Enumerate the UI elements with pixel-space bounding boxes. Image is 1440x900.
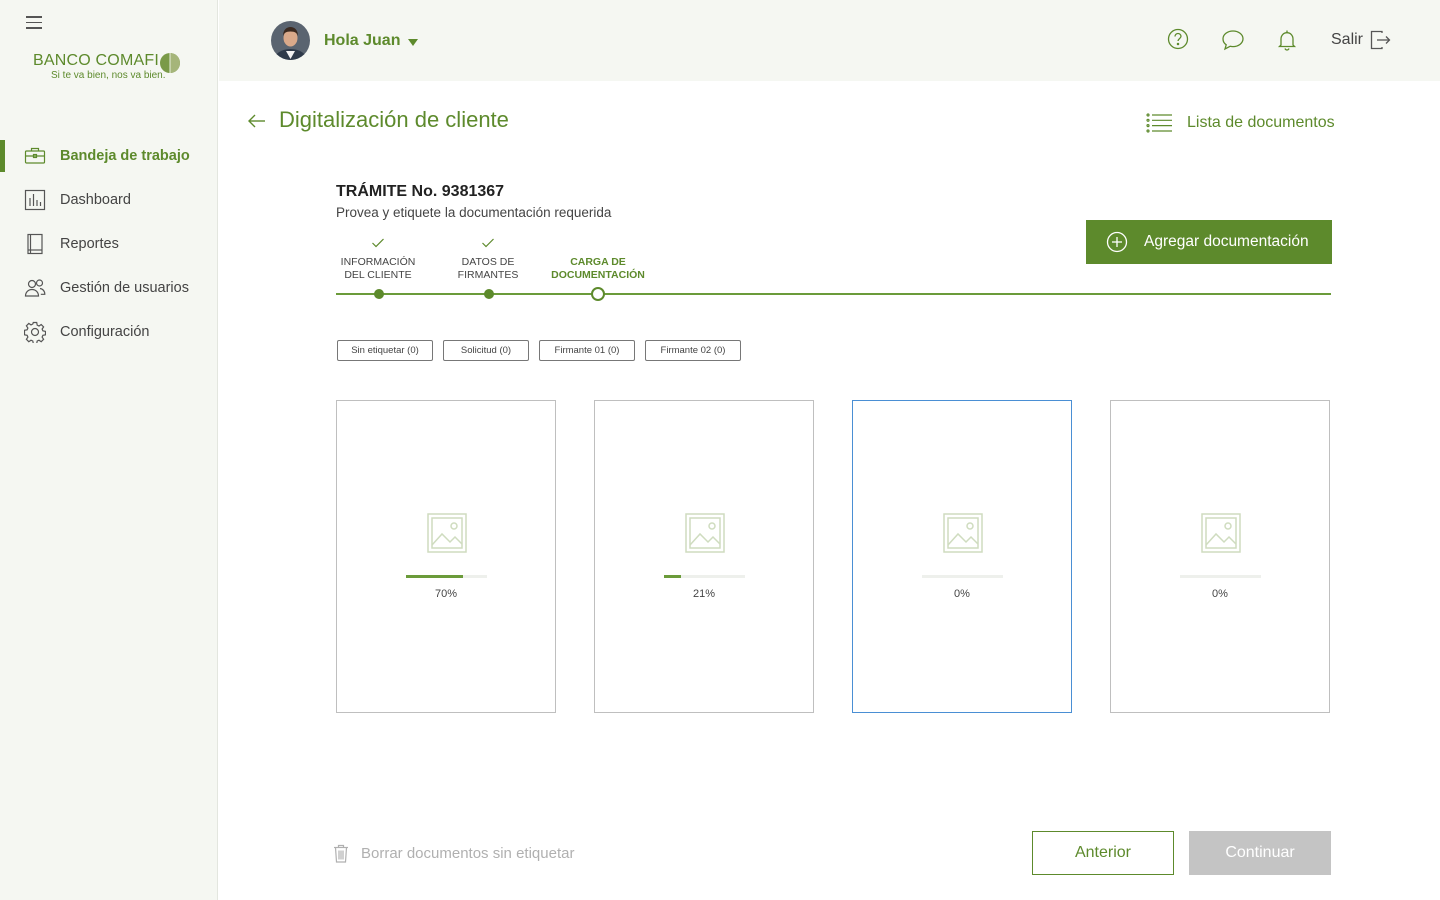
upload-progress-fill bbox=[664, 575, 681, 578]
check-icon bbox=[482, 238, 494, 248]
document-card[interactable]: 21% bbox=[594, 400, 814, 713]
upload-progress-bar bbox=[922, 575, 1003, 578]
list-icon bbox=[1146, 113, 1172, 133]
document-card-selected[interactable]: 0% bbox=[852, 400, 1072, 713]
tramite-title: TRÁMITE No. 9381367 bbox=[336, 183, 505, 200]
top-header: Hola Juan Salir bbox=[219, 0, 1440, 81]
caret-down-icon bbox=[408, 39, 419, 46]
document-card[interactable]: 0% bbox=[1110, 400, 1330, 713]
plus-circle-icon bbox=[1106, 231, 1128, 253]
user-photo-icon bbox=[271, 21, 310, 60]
step-dot-done[interactable] bbox=[484, 289, 494, 299]
sidebar: BANCO COMAFI Si te va bien, nos va bien.… bbox=[0, 0, 218, 900]
logo[interactable]: BANCO COMAFI Si te va bien, nos va bien. bbox=[33, 52, 183, 81]
step-label-cliente: INFORMACIÓN DEL CLIENTE bbox=[340, 256, 416, 281]
logout-button[interactable]: Salir bbox=[1331, 29, 1391, 51]
sidebar-item-label: Bandeja de trabajo bbox=[60, 148, 190, 164]
sidebar-item-dashboard[interactable]: Dashboard bbox=[0, 178, 218, 222]
page-title: Digitalización de cliente bbox=[279, 107, 509, 132]
previous-button[interactable]: Anterior bbox=[1032, 831, 1174, 875]
step-dot-current[interactable] bbox=[591, 287, 605, 301]
trash-icon bbox=[334, 844, 348, 863]
upload-progress-fill bbox=[406, 575, 463, 578]
step-dot-done[interactable] bbox=[374, 289, 384, 299]
document-list-label: Lista de documentos bbox=[1187, 114, 1335, 131]
logout-icon bbox=[1370, 30, 1391, 50]
continue-button[interactable]: Continuar bbox=[1189, 831, 1331, 875]
tag-firmante-01[interactable]: Firmante 01 (0) bbox=[539, 340, 635, 361]
sidebar-item-usuarios[interactable]: Gestión de usuarios bbox=[0, 266, 218, 310]
tramite-subtitle: Provea y etiquete la documentación reque… bbox=[336, 205, 612, 220]
upload-progress-bar bbox=[664, 575, 745, 578]
image-placeholder-icon bbox=[685, 513, 725, 553]
avatar[interactable] bbox=[271, 21, 310, 60]
image-placeholder-icon bbox=[943, 513, 983, 553]
logout-label: Salir bbox=[1331, 31, 1364, 48]
step-label-firmantes: DATOS DE FIRMANTES bbox=[457, 256, 519, 281]
sidebar-item-reportes[interactable]: Reportes bbox=[0, 222, 218, 266]
add-documentation-button[interactable]: Agregar documentación bbox=[1086, 220, 1332, 264]
document-card[interactable]: 70% bbox=[336, 400, 556, 713]
sidebar-item-label: Gestión de usuarios bbox=[60, 280, 189, 296]
user-menu[interactable]: Hola Juan bbox=[324, 32, 419, 50]
tag-sin-etiquetar[interactable]: Sin etiquetar (0) bbox=[337, 340, 433, 361]
upload-percentage: 0% bbox=[954, 588, 970, 600]
delete-untagged-button[interactable]: Borrar documentos sin etiquetar bbox=[333, 844, 574, 863]
upload-progress-bar bbox=[1180, 575, 1261, 578]
bell-icon[interactable] bbox=[1275, 28, 1299, 52]
tag-solicitud[interactable]: Solicitud (0) bbox=[443, 340, 529, 361]
tag-firmante-02[interactable]: Firmante 02 (0) bbox=[645, 340, 741, 361]
bar-chart-icon bbox=[24, 189, 46, 211]
upload-percentage: 21% bbox=[692, 588, 716, 600]
upload-percentage: 70% bbox=[434, 588, 458, 600]
document-list-link[interactable]: Lista de documentos bbox=[1146, 112, 1335, 134]
help-icon[interactable] bbox=[1166, 28, 1190, 52]
book-icon bbox=[27, 233, 43, 255]
gear-icon bbox=[24, 321, 46, 343]
image-placeholder-icon bbox=[427, 513, 467, 553]
tag-filter-bar: Sin etiquetar (0) Solicitud (0) Firmante… bbox=[337, 340, 751, 361]
briefcase-icon bbox=[24, 147, 46, 164]
upload-percentage: 0% bbox=[1212, 588, 1228, 600]
sidebar-item-label: Dashboard bbox=[60, 192, 131, 208]
sidebar-item-bandeja[interactable]: Bandeja de trabajo bbox=[0, 134, 218, 178]
sidebar-item-configuracion[interactable]: Configuración bbox=[0, 310, 218, 354]
upload-progress-bar bbox=[406, 575, 487, 578]
step-label-carga: CARGA DE DOCUMENTACIÓN bbox=[551, 256, 645, 281]
delete-untagged-label: Borrar documentos sin etiquetar bbox=[361, 845, 575, 862]
greeting-label: Hola Juan bbox=[324, 32, 401, 49]
sidebar-item-label: Configuración bbox=[60, 324, 150, 340]
check-icon bbox=[372, 238, 384, 248]
back-arrow-icon[interactable] bbox=[247, 112, 267, 130]
menu-icon[interactable] bbox=[26, 16, 42, 30]
image-placeholder-icon bbox=[1201, 513, 1241, 553]
globe-logo-icon bbox=[160, 53, 180, 73]
chat-icon[interactable] bbox=[1221, 28, 1245, 52]
sidebar-nav: Bandeja de trabajo Dashboard Reportes Ge… bbox=[0, 134, 218, 354]
add-documentation-label: Agregar documentación bbox=[1144, 233, 1309, 250]
sidebar-item-label: Reportes bbox=[60, 236, 119, 252]
users-icon bbox=[24, 279, 46, 297]
